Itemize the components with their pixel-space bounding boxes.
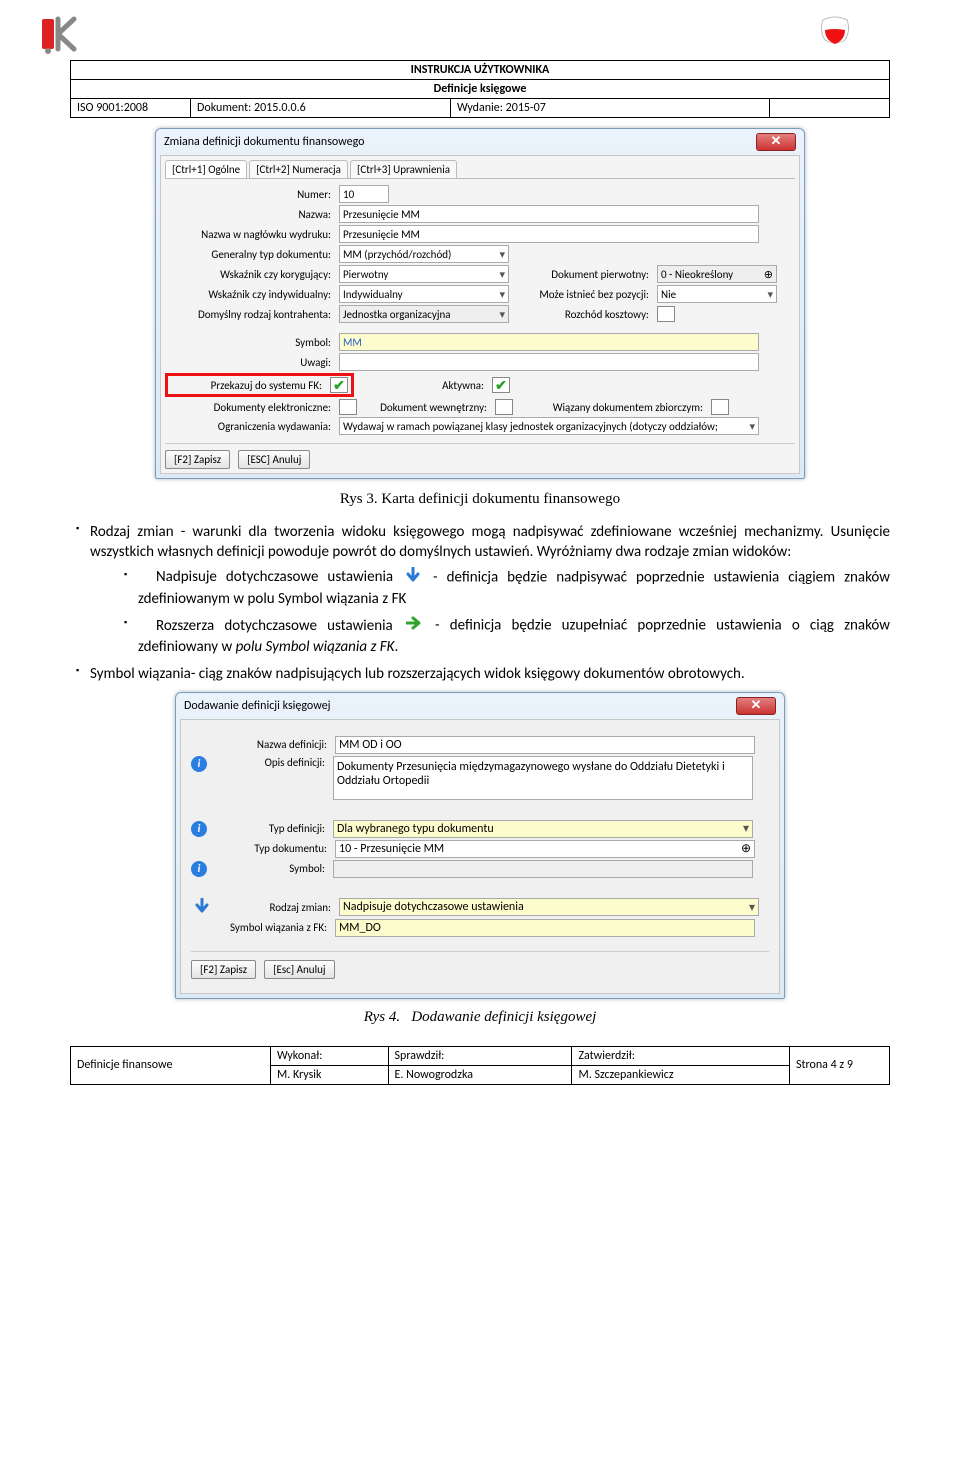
lbl-kontr: Domyślny rodzaj kontrahenta: <box>165 308 335 321</box>
lbl-rodz: Rodzaj zmian: <box>217 901 335 914</box>
dialog1-title: Zmiana definicji dokumentu finansowego <box>164 135 365 149</box>
inp-naglowek[interactable]: Przesunięcie MM <box>339 225 759 243</box>
arrow-down-icon <box>405 567 421 589</box>
dd-kontr[interactable]: Jednostka organizacyjna <box>339 305 509 323</box>
footer: Definicje finansowe Wykonał: Sprawdził: … <box>70 1046 890 1085</box>
dd-koryg[interactable]: Pierwotny <box>339 265 509 283</box>
chk-wewn[interactable] <box>495 399 513 415</box>
bullet-symbol-wiazania: Symbol wiązania- ciąg znaków nadpisujący… <box>76 664 890 684</box>
dd-bezpoz[interactable]: Nie <box>657 285 777 303</box>
footer-wyk-val: M. Krysik <box>271 1065 389 1084</box>
figure4-caption: Rys 4. Dodawanie definicji księgowej <box>70 1009 890 1026</box>
lbl-uwagi: Uwagi: <box>165 356 335 369</box>
lbl-fk: Przekazuj do systemu FK: <box>171 379 326 392</box>
inp-nazwa2[interactable]: MM OD i OO <box>335 736 755 754</box>
inp-symbol2[interactable] <box>333 860 753 878</box>
inp-symfk[interactable]: MM_DO <box>335 919 755 937</box>
sub-nadpisuje: Nadpisuje dotychczasowe ustawienia - def… <box>124 567 890 610</box>
header-empty <box>770 99 890 118</box>
lbl-symbol: Symbol: <box>165 336 335 349</box>
dd-ogran[interactable]: Wydawaj w ramach powiązanej klasy jednos… <box>339 417 759 435</box>
lbl-elektr: Dokumenty elektroniczne: <box>165 401 335 414</box>
header-table: INSTRUKCJA UŻYTKOWNIKA Definicje księgow… <box>70 60 890 118</box>
highlight-fk: Przekazuj do systemu FK: ✔ <box>165 373 354 397</box>
lbl-koryg: Wskaźnik czy korygujący: <box>165 268 335 281</box>
inp-dokpier[interactable]: 0 - Nieokreślony⊕ <box>657 265 777 283</box>
header-dok: Dokument: 2015.0.0.6 <box>191 99 451 118</box>
dd-rodz[interactable]: Nadpisuje dotychczasowe ustawienia <box>339 898 759 916</box>
page: INSTRUKCJA UŻYTKOWNIKA Definicje księgow… <box>0 0 960 1125</box>
footer-zat-val: M. Szczepankiewicz <box>572 1065 790 1084</box>
lbl-bezpoz: Może istnieć bez pozycji: <box>513 288 653 301</box>
lbl-indyw: Wskaźnik czy indywidualny: <box>165 288 335 301</box>
chk-rozch[interactable] <box>657 306 675 322</box>
sub-rozszerza: Rozszerza dotychczasowe ustawienia - def… <box>124 615 890 658</box>
tabs: [Ctrl+1] Ogólne [Ctrl+2] Numeracja [Ctrl… <box>165 160 795 179</box>
close-icon[interactable]: ✕ <box>736 697 776 715</box>
save-button[interactable]: [F2] Zapisz <box>191 960 256 979</box>
tab-general[interactable]: [Ctrl+1] Ogólne <box>165 160 247 178</box>
footer-wyk-label: Wykonał: <box>271 1046 389 1065</box>
lbl-nazwa2: Nazwa definicji: <box>191 738 331 751</box>
chk-zbior[interactable] <box>711 399 729 415</box>
content: Zmiana definicji dokumentu finansowego ✕… <box>70 128 890 1026</box>
lbl-ogran: Ograniczenia wydawania: <box>165 420 335 433</box>
lbl-symfk: Symbol wiązania z FK: <box>191 921 331 934</box>
lbl-typdef: Typ definicji: <box>211 822 329 835</box>
inp-opis2[interactable]: Dokumenty Przesunięcia międzymagazynoweg… <box>333 756 753 800</box>
info-icon: i <box>191 861 207 877</box>
lbl-symbol2: Symbol: <box>211 862 329 875</box>
chk-fk[interactable]: ✔ <box>330 377 348 393</box>
inp-typdok[interactable]: 10 - Przesunięcie MM⊕ <box>335 840 755 858</box>
footer-spr-label: Sprawdził: <box>388 1046 572 1065</box>
chk-elektr[interactable] <box>339 399 357 415</box>
inp-nazwa[interactable]: Przesunięcie MM <box>339 205 759 223</box>
dialog-add-definition: Dodawanie definicji księgowej ✕ Nazwa de… <box>175 692 785 999</box>
dialog2-title: Dodawanie definicji księgowej <box>184 699 331 713</box>
dd-gentyp[interactable]: MM (przychód/rozchód) <box>339 245 509 263</box>
close-icon[interactable]: ✕ <box>756 133 796 151</box>
info-icon: i <box>191 821 207 837</box>
lbl-typdok: Typ dokumentu: <box>191 842 331 855</box>
footer-title: Definicje finansowe <box>71 1046 271 1084</box>
lbl-aktywna: Aktywna: <box>358 379 488 392</box>
arrow-down-icon <box>194 898 210 917</box>
save-button[interactable]: [F2] Zapisz <box>165 450 230 469</box>
header-subtitle: Definicje księgowe <box>71 80 890 99</box>
info-icon: i <box>191 756 207 772</box>
lbl-numer: Numer: <box>165 188 335 201</box>
bullet-rodzaj-zmian: Rodzaj zmian - warunki dla tworzenia wid… <box>76 522 890 658</box>
inp-numer[interactable]: 10 <box>339 185 389 203</box>
tab-permissions[interactable]: [Ctrl+3] Uprawnienia <box>350 160 457 178</box>
inp-uwagi[interactable] <box>339 353 759 371</box>
figure3-caption: Rys 3. Karta definicji dokumentu finanso… <box>70 491 890 508</box>
footer-page: Strona 4 z 9 <box>790 1046 890 1084</box>
chk-aktywna[interactable]: ✔ <box>492 377 510 393</box>
lbl-naglowek: Nazwa w nagłówku wydruku: <box>165 228 335 241</box>
dd-typdef[interactable]: Dla wybranego typu dokumentu <box>333 820 753 838</box>
cancel-button[interactable]: [Esc] Anuluj <box>264 960 334 979</box>
lbl-wewn: Dokument wewnętrzny: <box>361 401 491 414</box>
inp-symbol[interactable]: MM <box>339 333 759 351</box>
lbl-dokpier: Dokument pierwotny: <box>513 268 653 281</box>
dd-indyw[interactable]: Indywidualny <box>339 285 509 303</box>
tab-numbering[interactable]: [Ctrl+2] Numeracja <box>249 160 348 178</box>
footer-zat-label: Zatwierdził: <box>572 1046 790 1065</box>
logo-ks <box>40 15 82 57</box>
dialog-finance-definition: Zmiana definicji dokumentu finansowego ✕… <box>155 128 805 479</box>
lbl-opis2: Opis definicji: <box>211 756 329 769</box>
footer-spr-val: E. Nowogrodzka <box>388 1065 572 1084</box>
cancel-button[interactable]: [ESC] Anuluj <box>238 450 310 469</box>
lbl-zbior: Wiązany dokumentem zbiorczym: <box>517 401 707 414</box>
arrow-right-icon <box>406 615 422 637</box>
poland-map-icon <box>815 12 855 52</box>
lbl-nazwa: Nazwa: <box>165 208 335 221</box>
lbl-rozch: Rozchód kosztowy: <box>513 308 653 321</box>
bullet-list: Rodzaj zmian - warunki dla tworzenia wid… <box>70 522 890 684</box>
lbl-gentyp: Generalny typ dokumentu: <box>165 248 335 261</box>
header-title: INSTRUKCJA UŻYTKOWNIKA <box>71 61 890 80</box>
header-iso: ISO 9001:2008 <box>71 99 191 118</box>
header-wyd: Wydanie: 2015-07 <box>451 99 770 118</box>
